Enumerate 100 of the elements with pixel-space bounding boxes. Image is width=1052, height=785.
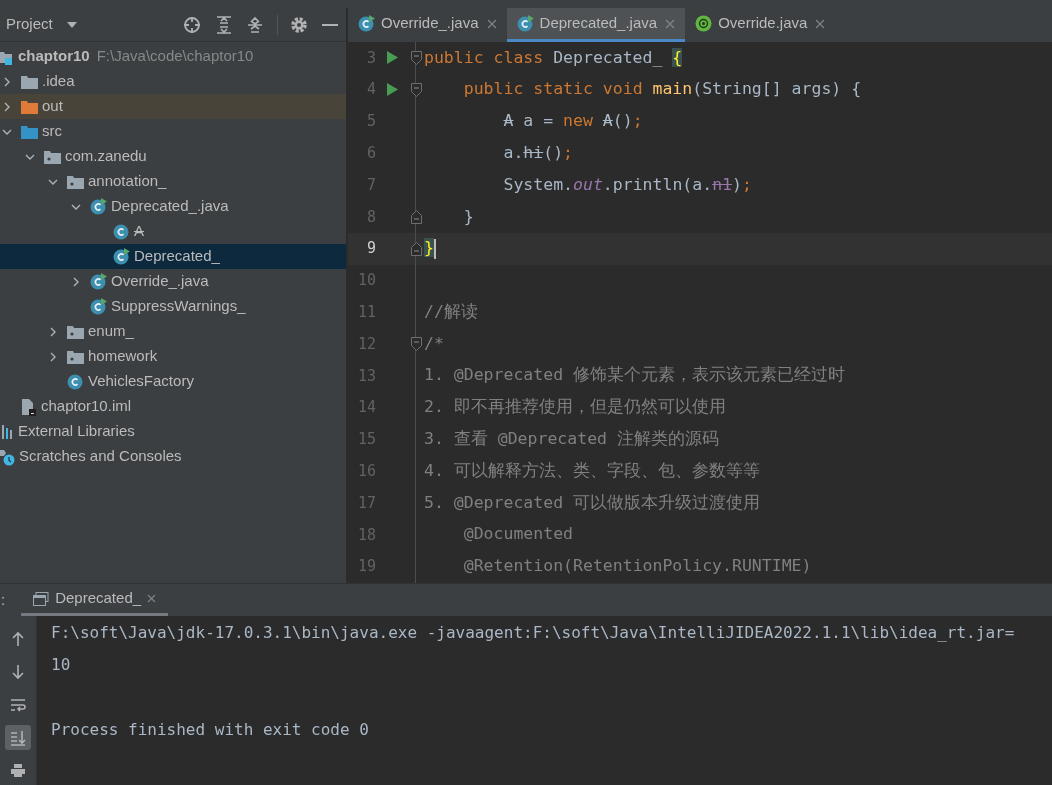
tree-item-label: Scratches and Consoles — [19, 446, 182, 467]
package-icon — [67, 324, 84, 339]
code-line: @Retention(RetentionPolicy.RUNTIME) — [462, 555, 812, 578]
chevron-right-icon[interactable] — [2, 76, 12, 87]
tree-row[interactable]: chaptor10.iml — [0, 394, 346, 419]
line-number: 7 — [365, 174, 376, 196]
tree-row[interactable]: Deprecated_.java — [0, 194, 346, 219]
tree-row[interactable]: annotation_ — [0, 169, 346, 194]
tree-row[interactable]: Scratches and Consoles — [0, 444, 346, 469]
tree-row[interactable]: .idea — [0, 69, 346, 94]
editor-tab[interactable]: Override_.java — [348, 8, 507, 42]
folder-icon — [21, 74, 38, 89]
tree-row[interactable]: com.zanedu — [0, 144, 346, 169]
console-line: Process finished with exit code 0 — [51, 719, 369, 741]
line-number: 12 — [356, 333, 376, 355]
editor-tab[interactable]: Deprecated_.java — [506, 8, 686, 42]
scroll-to-end-icon[interactable] — [10, 729, 26, 746]
console-icon — [33, 591, 50, 606]
close-icon[interactable] — [815, 18, 826, 29]
code-line: a.hi(); — [502, 141, 574, 164]
package-icon — [44, 149, 61, 164]
folder-icon — [21, 124, 38, 139]
panel-label: : — [1, 589, 6, 610]
annotation-icon — [695, 15, 713, 32]
line-number: 17 — [356, 492, 376, 514]
run-icon[interactable] — [386, 83, 398, 97]
tree-item-label: com.zanedu — [65, 146, 147, 167]
code-line: System.out.println(a.n1); — [502, 173, 752, 196]
chevron-right-icon[interactable] — [71, 276, 81, 287]
panel-title[interactable]: Project — [6, 13, 53, 36]
line-number: 14 — [356, 397, 376, 419]
tree-row[interactable]: src — [0, 119, 346, 144]
tree-item-label: External Libraries — [18, 421, 135, 442]
fold-icon[interactable] — [410, 337, 422, 352]
settings-icon[interactable] — [290, 15, 308, 34]
module-path: F:\Java\code\chaptor10 — [96, 46, 254, 67]
tree-item-label: SuppressWarnings_ — [111, 296, 246, 317]
chevron-right-icon[interactable] — [48, 351, 58, 362]
code-line: 1. @Deprecated 修饰某个元素，表示该元素已经过时 — [424, 364, 845, 387]
tree-row[interactable]: homework — [0, 344, 346, 369]
runnable-class-icon — [516, 15, 534, 32]
editor-tab[interactable]: Override.java — [685, 8, 836, 42]
tree-item-label: Deprecated_.java — [111, 196, 229, 217]
line-number: 16 — [356, 461, 376, 482]
tree-item-label: A — [134, 221, 144, 242]
code-line: 5. @Deprecated 可以做版本升级过渡使用 — [424, 491, 760, 514]
tree-row[interactable]: chaptor10 F:\Java\code\chaptor10 — [0, 44, 346, 69]
line-number: 19 — [356, 556, 376, 578]
code-line: /* — [424, 332, 444, 355]
line-number: 11 — [356, 302, 376, 323]
tree-item-label: enum_ — [88, 321, 134, 342]
line-number: 8 — [365, 206, 376, 228]
run-icon[interactable] — [386, 51, 398, 65]
tree-row[interactable]: Override_.java — [0, 269, 346, 294]
collapse-all-icon[interactable] — [247, 15, 263, 34]
tree-row[interactable]: Deprecated_ — [0, 244, 346, 269]
tree-item-label: src — [42, 121, 62, 142]
close-icon[interactable] — [486, 18, 497, 29]
toolbar-button[interactable] — [5, 725, 31, 750]
console-line: 10 — [51, 654, 71, 676]
print-icon[interactable] — [10, 763, 26, 778]
close-icon[interactable] — [147, 594, 157, 603]
runnable-class-icon — [90, 298, 107, 315]
tree-item-label: out — [42, 96, 63, 117]
scratches-icon — [0, 447, 15, 466]
runnable-class-icon — [358, 15, 375, 32]
tree-row[interactable]: enum_ — [0, 319, 346, 344]
code-line: public static void main(String[] args) { — [462, 78, 862, 101]
tree-row[interactable]: External Libraries — [0, 419, 346, 444]
chevron-right-icon[interactable] — [48, 326, 58, 337]
runnable-class-icon — [113, 248, 130, 265]
line-number: 10 — [356, 270, 376, 292]
dropdown-caret-icon[interactable] — [65, 20, 78, 29]
tree-item-label: homework — [88, 346, 158, 367]
fold-icon[interactable] — [410, 241, 422, 256]
tree-row[interactable]: VehiclesFactory — [0, 369, 346, 394]
locate-icon[interactable] — [183, 15, 201, 34]
soft-wrap-icon[interactable] — [10, 697, 26, 712]
code-line: public class Deprecated_ { — [424, 46, 683, 69]
fold-icon[interactable] — [410, 82, 422, 97]
arrow-up-icon[interactable] — [11, 630, 25, 647]
folder-icon — [21, 99, 38, 114]
text-cursor — [433, 238, 436, 259]
chevron-right-icon[interactable] — [2, 101, 12, 112]
code-line: //解读 — [424, 300, 478, 323]
fold-icon[interactable] — [410, 50, 422, 65]
expand-all-icon[interactable] — [216, 15, 232, 34]
class-icon — [67, 373, 84, 390]
line-number: 18 — [356, 524, 376, 546]
code-line: A a = new A(); — [502, 110, 643, 133]
fold-icon[interactable] — [410, 209, 422, 224]
tree-row[interactable]: out — [0, 94, 346, 119]
arrow-down-icon[interactable] — [11, 663, 25, 680]
code-line: @Documented — [462, 523, 574, 546]
tree-item-label: annotation_ — [88, 171, 167, 192]
tree-row[interactable]: SuppressWarnings_ — [0, 294, 346, 319]
code-line: 4. 可以解释方法、类、字段、包、参数等等 — [424, 459, 760, 482]
tree-row[interactable]: A — [0, 219, 346, 244]
line-number: 9 — [365, 238, 376, 260]
tree-item-label: Deprecated_ — [134, 246, 220, 267]
